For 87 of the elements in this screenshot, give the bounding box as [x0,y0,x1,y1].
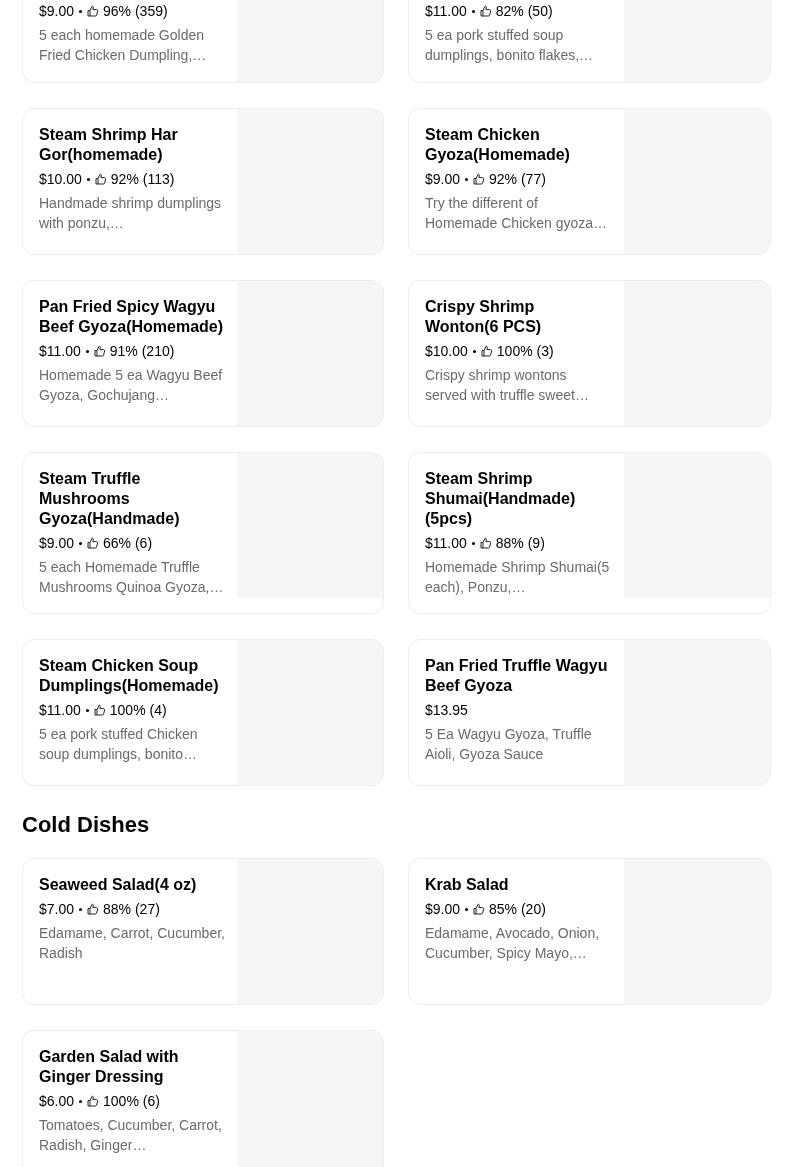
separator-dot [465,907,469,911]
thumbs-up-icon [87,903,100,915]
item-name: Pan Fried Spicy Wagyu Beef Gyoza(Homemade) [39,297,225,337]
menu-item-card[interactable]: Krab Salad $9.00 85% (20) Edamame, Avocado, Onion, Cucumber, Spicy Mayo,… [408,858,771,1005]
thumbs-up-icon [94,173,107,185]
section-heading: Cold Dishes [22,811,151,839]
item-description: 5 Ea Wagyu Gyoza, Truffle Aioli, Gyoza Sauce [425,725,593,764]
item-description: 5 each Homemade Truffle Mushrooms Quinoa Gyoza,… [39,558,225,597]
separator-dot [79,1099,83,1103]
separator-dot [471,9,475,13]
item-name: Crispy Shrimp Wonton(6 PCS) [425,297,543,337]
menu-item-card[interactable]: $9.00 96% (359) 5 each homemade Golden Fried Chicken Dumpling,… [22,0,384,83]
separator-dot [79,9,83,13]
item-description: Edamame, Avocado, Onion, Cucumber, Spicy Mayo,… [425,924,601,963]
item-rating: 88% (27) [103,900,160,919]
separator-dot [465,177,469,181]
item-price: $10.00 [425,342,468,361]
item-price: $9.00 [425,170,461,189]
menu-item-card[interactable]: Crispy Shrimp Wonton(6 PCS) $10.00 100% (3) Crispy shrimp wontons served with truffle sweet… [408,280,771,427]
thumbs-up-icon [479,537,492,549]
item-description: Tomatoes, Cucumber, Carrot, Radish, Ginger… [39,1116,223,1155]
thumbs-up-icon [87,1095,100,1107]
item-name: Steam Shrimp Har Gor(homemade) [39,125,179,165]
item-price: $9.00 [39,534,75,553]
thumbs-up-icon [473,903,486,915]
item-name: Steam Shrimp Shumai(Handmade) (5pcs) [425,469,577,529]
item-price: $11.00 [425,2,467,21]
separator-dot [85,349,89,353]
menu-item-card[interactable]: Pan Fried Truffle Wagyu Beef Gyoza $13.95 5 Ea Wagyu Gyoza, Truffle Aioli, Gyoza Sauce [408,639,771,786]
item-name: Steam Truffle Mushrooms Gyoza(Handmade) [39,469,181,529]
item-name: Seaweed Salad(4 oz) [39,875,198,895]
separator-dot [471,541,475,545]
thumbs-up-icon [87,5,100,17]
thumbs-up-icon [473,173,486,185]
menu-item-card[interactable]: Pan Fried Spicy Wagyu Beef Gyoza(Homemade) $11.00 91% (210) Homemade 5 ea Wagyu Beef Gyoza, Gochujang… [22,280,384,427]
menu-item-card[interactable]: Garden Salad with Ginger Dressing $6.00 100% (6) Tomatoes, Cucumber, Carrot, Radish, Ginger… [22,1030,384,1167]
item-rating: 85% (20) [489,900,546,919]
item-description: Homemade Shrimp Shumai(5 each), Ponzu,… [425,558,611,597]
item-name: Krab Salad [425,875,510,895]
item-price: $7.00 [39,900,75,919]
separator-dot [86,177,90,181]
thumbs-up-icon [87,537,100,549]
item-price: $13.95 [425,701,468,720]
item-price: $6.00 [39,1092,75,1111]
item-price: $11.00 [39,342,81,361]
item-price: $11.00 [39,701,81,720]
item-rating: 88% (9) [495,534,545,553]
menu-item-card[interactable]: $11.00 82% (50) 5 ea pork stuffed soup dumplings, bonito flakes,… [408,0,771,83]
item-rating: 92% (77) [489,170,546,189]
menu-item-card[interactable]: Steam Shrimp Shumai(Handmade) (5pcs) $11.00 88% (9) Homemade Shrimp Shumai(5 each), Ponzu,… [408,452,771,614]
item-rating: 66% (6) [103,534,153,553]
item-description: Handmade shrimp dumplings with ponzu,… [39,194,223,233]
menu-item-card[interactable]: Seaweed Salad(4 oz) $7.00 88% (27) Edamame, Carrot, Cucumber, Radish [22,858,384,1005]
item-price: $11.00 [425,534,467,553]
item-rating: 82% (50) [495,2,553,21]
item-description: 5 each homemade Golden Fried Chicken Dumpling,… [39,26,208,65]
thumbs-up-icon [480,345,493,357]
thumbs-up-icon [479,5,492,17]
item-name: Garden Salad with Ginger Dressing [39,1047,180,1087]
item-name: Steam Chicken Soup Dumplings(Homemade) [39,656,220,696]
item-price: $9.00 [425,900,461,919]
item-description: Homemade 5 ea Wagyu Beef Gyoza, Gochujang… [39,366,224,405]
separator-dot [472,349,476,353]
separator-dot [79,541,83,545]
item-rating: 91% (210) [109,342,175,361]
item-rating: 92% (113) [110,170,175,189]
item-price: $9.00 [39,2,75,21]
item-description: Crispy shrimp wontons served with truffle sweet… [425,366,590,405]
item-name: Pan Fried Truffle Wagyu Beef Gyoza [425,656,609,696]
menu-item-card[interactable]: Steam Shrimp Har Gor(homemade) $10.00 92% (113) Handmade shrimp dumplings with ponzu,… [22,108,384,255]
item-description: 5 ea pork stuffed Chicken soup dumplings, bonito… [39,725,199,764]
item-name: Steam Chicken Gyoza(Homemade) [425,125,571,165]
item-rating: 100% (6) [103,1092,160,1111]
item-price: $10.00 [39,170,82,189]
separator-dot [85,708,89,712]
item-rating: 100% (3) [496,342,554,361]
thumbs-up-icon [93,704,106,716]
menu-item-card[interactable]: Steam Chicken Gyoza(Homemade) $9.00 92% (77) Try the different of Homemade Chicken gyoza… [408,108,771,255]
menu-item-card[interactable]: Steam Chicken Soup Dumplings(Homemade) $11.00 100% (4) 5 ea pork stuffed Chicken soup dumplings, bonito… [22,639,384,786]
menu-item-card[interactable]: Steam Truffle Mushrooms Gyoza(Handmade) $9.00 66% (6) 5 each Homemade Truffle Mushrooms Quinoa Gyoza,… [22,452,384,614]
item-rating: 96% (359) [103,2,168,21]
item-description: Try the different of Homemade Chicken gyoza… [425,194,609,233]
thumbs-up-icon [93,345,106,357]
item-description: Edamame, Carrot, Cucumber, Radish [39,924,225,963]
item-rating: 100% (4) [109,701,167,720]
item-description: 5 ea pork stuffed soup dumplings, bonito flakes,… [425,26,595,65]
separator-dot [79,907,83,911]
